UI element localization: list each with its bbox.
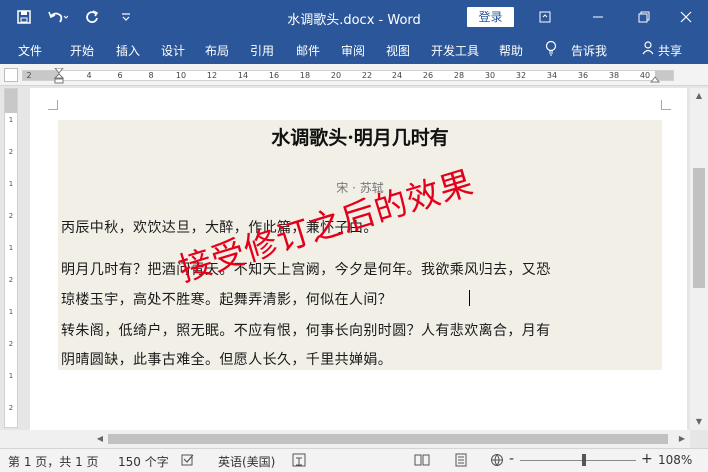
indent-marker-icon[interactable] [54,68,64,84]
tab-design[interactable]: 设计 [161,42,185,59]
ruler-number: 12 [206,71,218,80]
ruler-number: 20 [330,71,342,80]
poem-line[interactable]: 明月几时有？把酒问青天。不知天上宫阙，今夕是何年。我欲乘风归去，又恐 [61,259,551,279]
ruler-number: 1 [8,308,14,316]
ruler-number: 4 [86,71,92,80]
horizontal-ruler[interactable]: 2 4 6 8 10 12 14 16 18 20 22 24 26 28 30… [22,68,674,84]
close-icon[interactable] [673,6,699,28]
zoom-in-button[interactable]: + [641,451,653,467]
ruler-number: 1 [8,180,14,188]
print-layout-icon[interactable] [453,453,469,467]
ruler-number: 2 [8,404,14,412]
title-bar: 水调歌头.docx - Word 登录 [0,0,708,34]
ruler-number: 36 [577,71,589,80]
tab-view[interactable]: 视图 [386,42,410,59]
document-page[interactable]: 水调歌头·明月几时有 宋 · 苏轼 丙辰中秋，欢饮达旦，大醉，作此篇，兼怀子由。… [30,88,687,430]
lightbulb-icon[interactable] [545,40,557,59]
ruler-number: 8 [148,71,154,80]
ruler-number: 1 [8,372,14,380]
tab-mailings[interactable]: 邮件 [296,42,320,59]
web-layout-icon[interactable] [489,453,505,467]
margin-corner-mark [661,100,671,110]
tab-layout[interactable]: 布局 [205,42,229,59]
tab-help[interactable]: 帮助 [499,42,523,59]
ruler-number: 34 [546,71,558,80]
page-count[interactable]: 第 1 页，共 1 页 [8,453,99,470]
right-indent-marker-icon[interactable] [650,75,660,83]
poem-line[interactable]: 琼楼玉宇，高处不胜寒。起舞弄清影，何似在人间？ [61,289,392,309]
ruler-number: 30 [484,71,496,80]
word-count[interactable]: 150 个字 [118,453,169,470]
tab-insert[interactable]: 插入 [116,42,140,59]
tab-selector-button[interactable] [4,68,18,82]
restore-icon[interactable] [631,6,657,28]
tab-home[interactable]: 开始 [70,42,94,59]
text-cursor [469,290,470,306]
ruler-number: 1 [8,116,14,124]
ruler-number: 2 [8,212,14,220]
quick-access-toolbar [14,7,136,27]
ribbon-tabs: 文件 开始 插入 设计 布局 引用 邮件 审阅 视图 开发工具 帮助 告诉我 共… [0,34,708,64]
zoom-out-button[interactable]: - [509,451,514,467]
ruler-number: 40 [639,71,651,80]
ruler-number: 28 [453,71,465,80]
ruler-number: 2 [8,340,14,348]
scroll-left-icon[interactable]: ◀ [92,430,108,448]
tab-references[interactable]: 引用 [250,42,274,59]
share-icon[interactable] [642,41,656,58]
ruler-number: 10 [175,71,187,80]
read-mode-icon[interactable] [414,453,430,467]
customize-icon[interactable] [116,7,136,27]
ruler-number: 22 [361,71,373,80]
scroll-right-icon[interactable]: ▶ [674,430,690,448]
ruler-number: 2 [8,148,14,156]
ruler-number: 24 [391,71,403,80]
zoom-slider-thumb[interactable] [582,454,586,466]
tab-review[interactable]: 审阅 [341,42,365,59]
proofing-icon[interactable] [180,453,196,467]
ruler-number: 14 [237,71,249,80]
tell-me-search[interactable]: 告诉我 [571,42,607,59]
accessibility-icon[interactable] [291,453,307,467]
vertical-scrollbar[interactable]: ▲ ▼ [690,88,708,430]
poem-line[interactable]: 转朱阁，低绮户，照无眠。不应有恨，何事长向别时圆？人有悲欢离合，月有 [61,320,551,340]
horizontal-ruler-area: 2 4 6 8 10 12 14 16 18 20 22 24 26 28 30… [0,64,708,86]
tab-developer[interactable]: 开发工具 [431,42,479,59]
ruler-number: 16 [268,71,280,80]
save-icon[interactable] [14,7,34,27]
vertical-scroll-thumb[interactable] [693,168,705,288]
ruler-number: 18 [299,71,311,80]
ruler-number: 32 [515,71,527,80]
horizontal-scrollbar[interactable]: ◀ ▶ [0,430,690,448]
zoom-level[interactable]: 108% [658,453,692,467]
undo-icon[interactable] [48,7,68,27]
vertical-ruler[interactable]: 1 2 1 2 1 2 1 2 1 2 [4,88,18,428]
scroll-down-icon[interactable]: ▼ [690,414,708,430]
redo-icon[interactable] [82,7,102,27]
ruler-number: 38 [608,71,620,80]
zoom-slider[interactable] [520,460,636,461]
ruler-number: 26 [422,71,434,80]
margin-corner-mark [48,100,58,110]
login-button[interactable]: 登录 [467,7,514,27]
horizontal-scroll-thumb[interactable] [108,434,668,444]
tab-file[interactable]: 文件 [18,42,42,59]
ruler-number: 2 [8,276,14,284]
ruler-number: 1 [8,244,14,252]
poem-line[interactable]: 阴晴圆缺，此事古难全。但愿人长久，千里共婵娟。 [61,349,392,369]
share-button[interactable]: 共享 [658,42,682,59]
poem-title[interactable]: 水调歌头·明月几时有 [58,123,662,150]
language-indicator[interactable]: 英语(美国) [218,453,275,470]
status-bar: 第 1 页，共 1 页 150 个字 英语(美国) - + 108% [0,448,708,472]
scroll-up-icon[interactable]: ▲ [690,88,708,104]
ruler-number: 2 [26,71,32,80]
minimize-icon[interactable] [585,6,611,28]
ribbon-display-icon[interactable] [532,6,558,28]
ruler-number: 6 [117,71,123,80]
